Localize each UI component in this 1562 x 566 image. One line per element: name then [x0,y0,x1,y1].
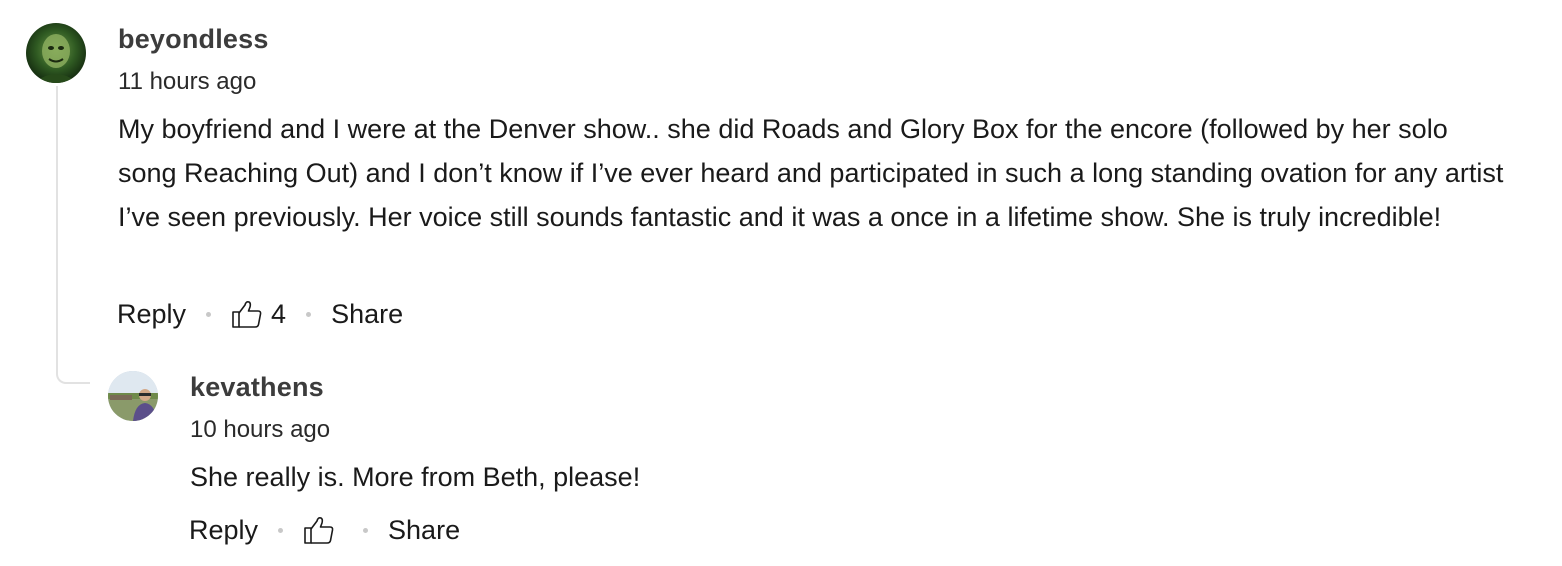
comment-body: She really is. More from Beth, please! [190,462,641,492]
like-button[interactable]: 4 [231,299,286,330]
thumbs-up-icon [231,299,263,329]
reply-button[interactable]: Reply [117,299,186,330]
avatar[interactable] [108,371,158,421]
like-button[interactable] [303,515,343,545]
comment-body: My boyfriend and I were at the Denver sh… [118,114,1504,232]
comment-username[interactable]: beyondless [118,24,269,55]
comment-actions: Reply Share [189,512,460,548]
separator-dot [306,311,312,317]
thread-connector-line [56,86,90,384]
comment-actions: Reply 4 Share [117,296,403,332]
reply-button[interactable]: Reply [189,515,258,546]
avatar[interactable] [26,23,86,83]
comment-timestamp[interactable]: 11 hours ago [118,68,256,96]
share-button[interactable]: Share [331,299,403,330]
like-count: 4 [271,298,287,329]
comment-username[interactable]: kevathens [190,372,324,403]
separator-dot [206,311,212,317]
separator-dot [278,527,284,533]
share-button[interactable]: Share [388,515,460,546]
comment-timestamp[interactable]: 10 hours ago [190,416,330,444]
separator-dot [363,527,369,533]
thumbs-up-icon [303,515,335,545]
